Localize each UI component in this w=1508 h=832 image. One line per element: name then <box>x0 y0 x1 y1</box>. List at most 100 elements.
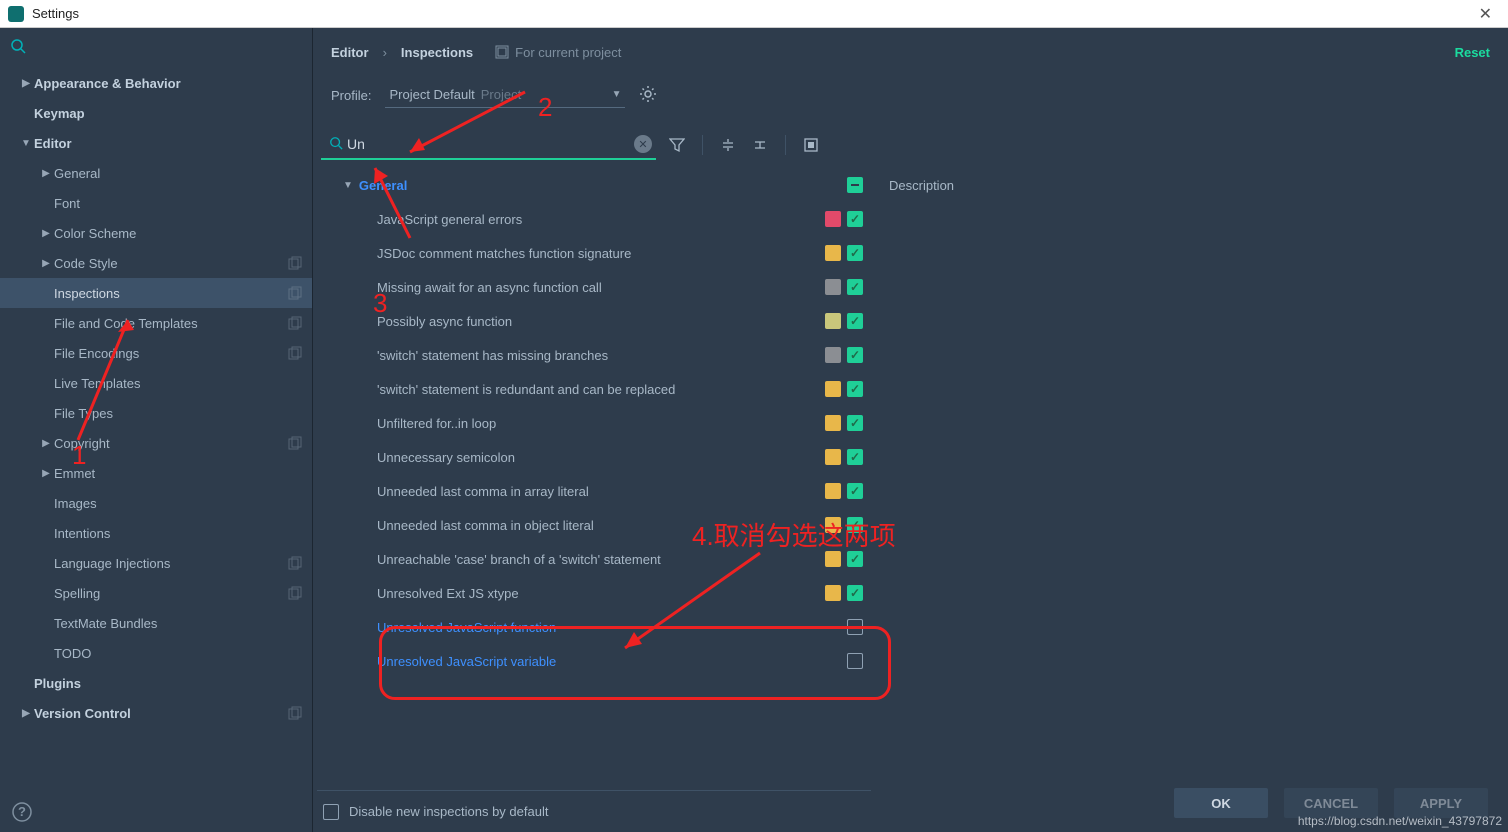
inspection-checkbox[interactable] <box>847 551 863 567</box>
sidebar-item-font[interactable]: Font <box>0 188 312 218</box>
settings-tree[interactable]: Appearance & BehaviorKeymapEditorGeneral… <box>0 68 312 792</box>
inspection-item[interactable]: Unfiltered for..in loop <box>317 406 871 440</box>
filter-icon[interactable] <box>666 134 688 156</box>
window-title: Settings <box>32 6 79 21</box>
sidebar-item-color-scheme[interactable]: Color Scheme <box>0 218 312 248</box>
inspection-item[interactable]: Unneeded last comma in array literal <box>317 474 871 508</box>
inspection-checkbox[interactable] <box>847 347 863 363</box>
sidebar-item-editor[interactable]: Editor <box>0 128 312 158</box>
inspection-checkbox[interactable] <box>847 415 863 431</box>
scope-icon <box>288 436 302 450</box>
inspection-checkbox[interactable] <box>847 381 863 397</box>
inspection-checkbox[interactable] <box>847 653 863 669</box>
sidebar-item-version-control[interactable]: Version Control <box>0 698 312 728</box>
inspection-checkbox[interactable] <box>847 279 863 295</box>
inspection-checkbox[interactable] <box>847 313 863 329</box>
inspection-checkbox[interactable] <box>847 619 863 635</box>
scope-icon <box>288 586 302 600</box>
svg-text:?: ? <box>18 804 26 819</box>
inspection-item[interactable]: Possibly async function <box>317 304 871 338</box>
sidebar-item-file-types[interactable]: File Types <box>0 398 312 428</box>
inspection-item[interactable]: JavaScript general errors <box>317 202 871 236</box>
inspection-checkbox[interactable] <box>847 211 863 227</box>
app-logo-icon <box>8 6 24 22</box>
ok-button[interactable]: OK <box>1174 788 1268 818</box>
reset-layout-icon[interactable] <box>800 134 822 156</box>
inspection-item[interactable]: Unneeded last comma in object literal <box>317 508 871 542</box>
inspection-list-panel: ▼GeneralJavaScript general errorsJSDoc c… <box>313 168 871 832</box>
inspection-search-input[interactable] <box>347 136 634 152</box>
severity-icon <box>825 517 841 533</box>
sidebar-item-live-templates[interactable]: Live Templates <box>0 368 312 398</box>
sidebar-item-file-and-code-templates[interactable]: File and Code Templates <box>0 308 312 338</box>
inspection-item[interactable]: JSDoc comment matches function signature <box>317 236 871 270</box>
severity-icon <box>825 381 841 397</box>
sidebar: Appearance & BehaviorKeymapEditorGeneral… <box>0 28 313 832</box>
inspection-item[interactable]: 'switch' statement is redundant and can … <box>317 372 871 406</box>
sidebar-item-language-injections[interactable]: Language Injections <box>0 548 312 578</box>
inspections-toolbar: ✕ <box>313 122 1508 168</box>
collapse-all-icon[interactable] <box>749 134 771 156</box>
sidebar-item-todo[interactable]: TODO <box>0 638 312 668</box>
help-icon[interactable]: ? <box>0 792 312 832</box>
scope-icon <box>288 286 302 300</box>
group-checkbox[interactable] <box>847 177 863 193</box>
inspection-item[interactable]: Unnecessary semicolon <box>317 440 871 474</box>
inspection-search[interactable]: ✕ <box>321 130 656 160</box>
inspection-checkbox[interactable] <box>847 449 863 465</box>
sidebar-item-textmate-bundles[interactable]: TextMate Bundles <box>0 608 312 638</box>
scope-icon <box>288 256 302 270</box>
inspection-group-general[interactable]: ▼General <box>317 168 871 202</box>
inspection-item[interactable]: Unresolved JavaScript function <box>317 610 871 644</box>
breadcrumb-editor[interactable]: Editor <box>331 45 369 60</box>
description-panel: Description <box>871 168 1508 832</box>
sidebar-item-emmet[interactable]: Emmet <box>0 458 312 488</box>
scope-icon <box>288 556 302 570</box>
gear-icon[interactable] <box>639 85 657 106</box>
severity-icon <box>825 347 841 363</box>
inspection-list[interactable]: ▼GeneralJavaScript general errorsJSDoc c… <box>317 168 871 790</box>
inspection-checkbox[interactable] <box>847 517 863 533</box>
sidebar-item-plugins[interactable]: Plugins <box>0 668 312 698</box>
sidebar-item-inspections[interactable]: Inspections <box>0 278 312 308</box>
close-icon[interactable]: ✕ <box>1471 4 1500 24</box>
sidebar-item-general[interactable]: General <box>0 158 312 188</box>
inspection-checkbox[interactable] <box>847 585 863 601</box>
scope-icon <box>288 706 302 720</box>
disable-new-checkbox[interactable] <box>323 804 339 820</box>
sidebar-item-images[interactable]: Images <box>0 488 312 518</box>
inspection-item[interactable]: Unresolved Ext JS xtype <box>317 576 871 610</box>
watermark: https://blog.csdn.net/weixin_43797872 <box>1298 814 1502 828</box>
severity-icon <box>825 551 841 567</box>
clear-search-icon[interactable]: ✕ <box>634 135 652 153</box>
reset-link[interactable]: Reset <box>1455 45 1490 60</box>
inspection-checkbox[interactable] <box>847 245 863 261</box>
disable-new-row[interactable]: Disable new inspections by default <box>317 790 871 832</box>
sidebar-item-appearance-behavior[interactable]: Appearance & Behavior <box>0 68 312 98</box>
sidebar-item-copyright[interactable]: Copyright <box>0 428 312 458</box>
for-project-label: For current project <box>495 45 621 60</box>
sidebar-item-file-encodings[interactable]: File Encodings <box>0 338 312 368</box>
description-title: Description <box>889 178 954 193</box>
inspection-item[interactable]: 'switch' statement has missing branches <box>317 338 871 372</box>
inspection-item[interactable]: Unreachable 'case' branch of a 'switch' … <box>317 542 871 576</box>
severity-icon <box>825 279 841 295</box>
profile-select[interactable]: Project Default Project ▼ <box>385 82 625 108</box>
inspection-item[interactable]: Unresolved JavaScript variable <box>317 644 871 678</box>
inspection-item[interactable]: Missing await for an async function call <box>317 270 871 304</box>
profile-row: Profile: Project Default Project ▼ <box>313 76 1508 122</box>
severity-icon <box>825 211 841 227</box>
sidebar-search-icon[interactable] <box>0 28 312 68</box>
sidebar-item-spelling[interactable]: Spelling <box>0 578 312 608</box>
sidebar-item-keymap[interactable]: Keymap <box>0 98 312 128</box>
severity-icon <box>825 483 841 499</box>
scope-icon <box>288 346 302 360</box>
breadcrumb: Editor › Inspections For current project… <box>313 28 1508 76</box>
sidebar-item-code-style[interactable]: Code Style <box>0 248 312 278</box>
chevron-down-icon: ▼ <box>612 89 622 100</box>
breadcrumb-sep: › <box>383 45 387 60</box>
disable-new-label: Disable new inspections by default <box>349 804 548 819</box>
sidebar-item-intentions[interactable]: Intentions <box>0 518 312 548</box>
inspection-checkbox[interactable] <box>847 483 863 499</box>
expand-all-icon[interactable] <box>717 134 739 156</box>
